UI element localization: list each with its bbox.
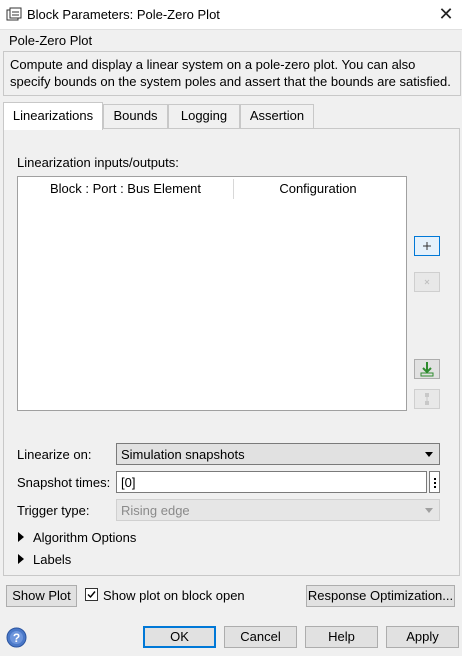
tab-logging[interactable]: Logging	[168, 104, 240, 128]
linearize-on-select[interactable]: Simulation snapshots	[116, 443, 440, 465]
checkmark-icon	[87, 591, 96, 599]
svg-text:?: ?	[13, 631, 20, 645]
labels-expander[interactable]: Labels	[33, 552, 71, 567]
linearize-on-label: Linearize on:	[17, 447, 92, 462]
simulink-block-icon	[6, 7, 22, 21]
remove-button[interactable]	[414, 272, 440, 292]
import-button[interactable]	[414, 359, 440, 379]
plus-icon	[423, 242, 431, 250]
dot	[434, 486, 436, 488]
more-options-button[interactable]	[429, 471, 440, 493]
chevron-down-icon	[425, 452, 433, 457]
show-on-open-checkbox[interactable]	[85, 588, 98, 601]
algorithm-options-expander[interactable]: Algorithm Options	[33, 530, 136, 545]
help-icon[interactable]: ?	[6, 627, 27, 648]
tab-bounds[interactable]: Bounds	[103, 104, 168, 128]
apply-button[interactable]: Apply	[386, 626, 459, 648]
trigger-type-select: Rising edge	[116, 499, 440, 521]
close-icon	[424, 279, 430, 285]
close-icon[interactable]: ✕	[434, 2, 458, 26]
linearize-on-value: Simulation snapshots	[121, 447, 245, 462]
highlight-button[interactable]	[414, 389, 440, 409]
description-text: Compute and display a linear system on a…	[10, 57, 451, 89]
help-button[interactable]: Help	[305, 626, 378, 648]
chevron-down-icon	[425, 508, 433, 513]
tab-assertion[interactable]: Assertion	[240, 104, 314, 128]
window-title: Block Parameters: Pole-Zero Plot	[27, 7, 220, 22]
expand-triangle-icon[interactable]	[18, 532, 24, 542]
column-header-configuration[interactable]: Configuration	[234, 177, 402, 201]
description-group-title: Pole-Zero Plot	[9, 33, 93, 48]
ok-button[interactable]: OK	[143, 626, 216, 648]
show-on-open-label[interactable]: Show plot on block open	[103, 588, 245, 603]
add-button[interactable]	[414, 236, 440, 256]
dot	[434, 482, 436, 484]
snapshot-times-input[interactable]: [0]	[116, 471, 427, 493]
io-section-label: Linearization inputs/outputs:	[17, 155, 179, 170]
snapshot-times-label: Snapshot times:	[17, 475, 111, 490]
column-header-block-port[interactable]: Block : Port : Bus Element	[18, 177, 233, 201]
response-optimization-button[interactable]: Response Optimization...	[306, 585, 455, 607]
cancel-button[interactable]: Cancel	[224, 626, 297, 648]
download-arrow-icon	[420, 362, 434, 377]
tab-linearizations[interactable]: Linearizations	[3, 102, 103, 130]
highlight-icon	[425, 393, 429, 405]
trigger-type-value: Rising edge	[121, 503, 190, 518]
dot	[434, 478, 436, 480]
snapshot-times-value: [0]	[121, 475, 136, 490]
show-plot-button[interactable]: Show Plot	[6, 585, 77, 607]
expand-triangle-icon[interactable]	[18, 554, 24, 564]
io-table[interactable]	[17, 176, 407, 411]
trigger-type-label: Trigger type:	[17, 503, 90, 518]
